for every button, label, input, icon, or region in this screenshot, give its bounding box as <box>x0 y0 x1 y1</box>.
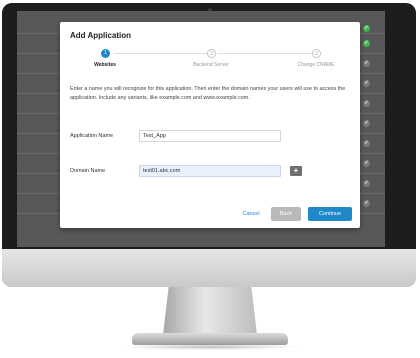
add-domain-button[interactable]: + <box>290 166 302 176</box>
step-2-label[interactable]: Backend Server <box>176 62 246 68</box>
step-3-circle[interactable]: 3 <box>312 49 321 58</box>
application-name-input[interactable]: Test_App <box>139 130 281 142</box>
domain-name-label: Domain Name <box>70 168 106 174</box>
step-1-label[interactable]: Websites <box>70 62 140 68</box>
back-button[interactable]: Back <box>271 207 301 221</box>
check-circle-icon: ✓ <box>363 25 370 32</box>
application-name-label: Application Name <box>70 133 114 139</box>
step-1-circle[interactable]: 1 <box>101 49 110 58</box>
monitor-stand <box>163 287 257 335</box>
stepper-connector <box>114 53 208 54</box>
check-circle-icon: ✓ <box>363 100 370 107</box>
continue-button[interactable]: Continue <box>308 207 352 221</box>
check-circle-icon: ✓ <box>363 160 370 167</box>
monitor-chin <box>2 249 416 287</box>
stepper-connector <box>217 53 312 54</box>
check-circle-icon: ✓ <box>363 200 370 207</box>
step-2-circle[interactable]: 2 <box>207 49 216 58</box>
instructions-text: Enter a name you will recognize for this… <box>70 86 346 101</box>
cancel-button[interactable]: Cancel <box>234 207 268 221</box>
check-circle-icon: ✓ <box>363 180 370 187</box>
check-circle-icon: ✓ <box>363 80 370 87</box>
domain-name-input[interactable]: test01.abc.com <box>139 165 281 177</box>
stand-shadow <box>120 344 300 350</box>
add-application-dialog: Add Application 1 Websites 2 Backend Ser… <box>60 22 360 228</box>
check-circle-icon: ✓ <box>363 40 370 47</box>
check-circle-icon: ✓ <box>363 120 370 127</box>
step-3-label[interactable]: Change CNAME <box>281 62 351 68</box>
check-circle-icon: ✓ <box>363 140 370 147</box>
check-circle-icon: ✓ <box>363 60 370 67</box>
dialog-title: Add Application <box>70 31 132 40</box>
